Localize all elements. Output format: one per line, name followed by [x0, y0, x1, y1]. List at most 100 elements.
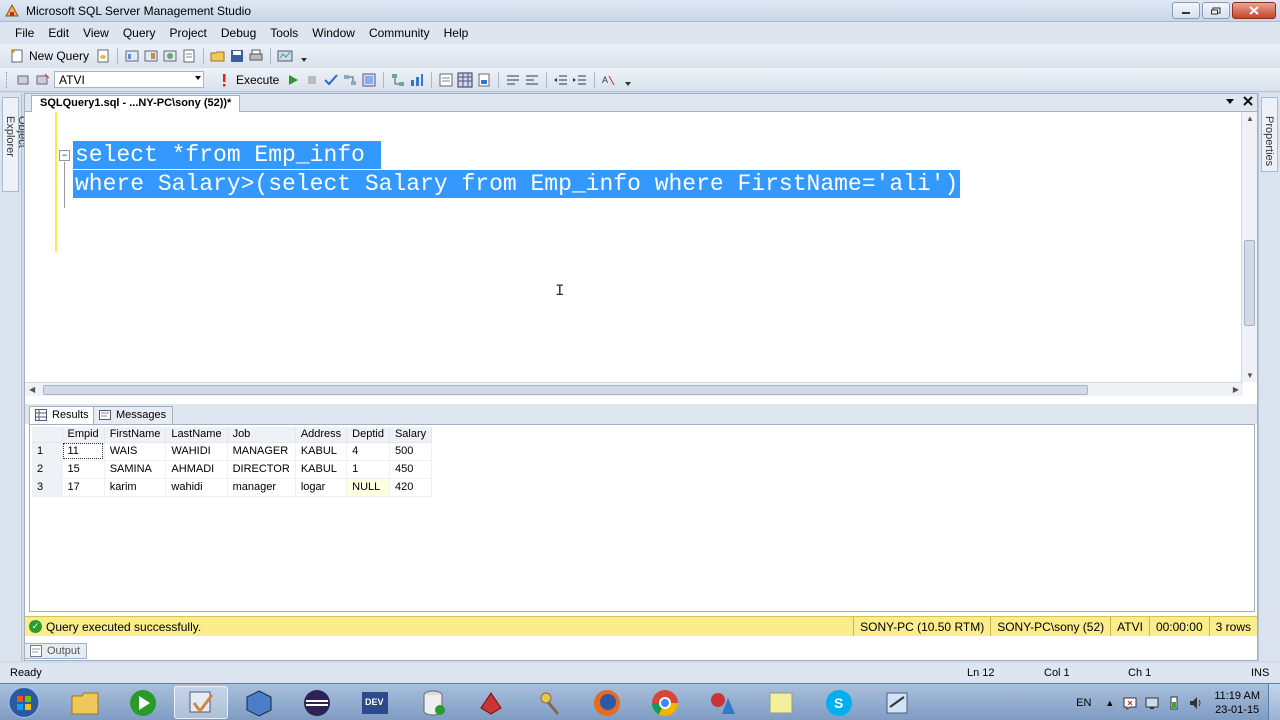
- parse-check-icon[interactable]: [323, 72, 339, 88]
- column-header[interactable]: Job: [227, 427, 296, 443]
- table-cell[interactable]: 17: [62, 478, 105, 497]
- column-header[interactable]: Deptid: [346, 427, 390, 443]
- cancel-query-icon[interactable]: [304, 72, 320, 88]
- column-header[interactable]: Empid: [62, 427, 105, 443]
- include-actual-plan-icon[interactable]: [390, 72, 406, 88]
- increase-indent-icon[interactable]: [572, 72, 588, 88]
- windows-start-icon[interactable]: [4, 686, 44, 719]
- toolbar-options-icon[interactable]: [620, 72, 636, 88]
- maximize-button[interactable]: [1202, 2, 1230, 19]
- database-select[interactable]: ATVI: [54, 71, 204, 88]
- language-indicator[interactable]: EN: [1076, 697, 1091, 709]
- document-tab[interactable]: SQLQuery1.sql - ...NY-PC\sony (52))*: [31, 95, 241, 112]
- table-cell[interactable]: DIRECTOR: [227, 460, 296, 479]
- taskbar-skype[interactable]: S: [812, 686, 866, 719]
- editor-vertical-scrollbar[interactable]: ▲ ▼: [1241, 112, 1257, 382]
- debug-play-icon[interactable]: [285, 72, 301, 88]
- menu-tools[interactable]: Tools: [263, 26, 305, 40]
- dmx-query-icon[interactable]: [162, 48, 178, 64]
- taskbar-ssms[interactable]: [174, 686, 228, 719]
- taskbar-eclipse[interactable]: [290, 686, 344, 719]
- scroll-right-icon[interactable]: ▶: [1233, 385, 1239, 394]
- show-desktop-button[interactable]: [1268, 684, 1280, 720]
- connect-icon[interactable]: [16, 72, 32, 88]
- taskbar-virtualbox[interactable]: [232, 686, 286, 719]
- table-cell[interactable]: KABUL: [295, 442, 348, 461]
- properties-tab[interactable]: Properties: [1261, 97, 1278, 172]
- taskbar-notepad[interactable]: [870, 686, 924, 719]
- output-tab[interactable]: Output: [24, 643, 88, 659]
- table-cell[interactable]: 11: [62, 442, 105, 461]
- uncomment-lines-icon[interactable]: [524, 72, 540, 88]
- taskbar-firefox[interactable]: [580, 686, 634, 719]
- print-icon[interactable]: [248, 48, 264, 64]
- table-cell[interactable]: SAMINA: [104, 460, 167, 479]
- toolbar-grip[interactable]: [6, 71, 9, 88]
- menu-query[interactable]: Query: [116, 26, 163, 40]
- show-hidden-icons-icon[interactable]: ▲: [1105, 698, 1114, 708]
- collapse-toggle[interactable]: −: [59, 150, 70, 161]
- scroll-down-icon[interactable]: ▼: [1246, 371, 1254, 380]
- menu-window[interactable]: Window: [305, 26, 362, 40]
- table-cell[interactable]: logar: [295, 478, 348, 497]
- query-designer-icon[interactable]: [361, 72, 377, 88]
- corner-cell[interactable]: [32, 427, 63, 443]
- analysis-query-icon[interactable]: [124, 48, 140, 64]
- table-cell[interactable]: 420: [389, 478, 433, 497]
- menu-file[interactable]: File: [8, 26, 41, 40]
- sql-editor[interactable]: − select *from Emp_info where Salary>(se…: [25, 112, 1243, 382]
- tab-results[interactable]: Results: [29, 406, 96, 424]
- open-file-icon[interactable]: [210, 48, 226, 64]
- minimize-button[interactable]: [1172, 2, 1200, 19]
- taskbar-chrome[interactable]: [638, 686, 692, 719]
- scroll-up-icon[interactable]: ▲: [1246, 114, 1254, 123]
- scroll-left-icon[interactable]: ◀: [29, 385, 35, 394]
- taskbar-devcpp[interactable]: DEV: [348, 686, 402, 719]
- xmla-query-icon[interactable]: [181, 48, 197, 64]
- row-number[interactable]: 2: [32, 460, 63, 479]
- taskbar-tool-1[interactable]: [464, 686, 518, 719]
- save-icon[interactable]: [229, 48, 245, 64]
- activity-monitor-icon[interactable]: [277, 48, 293, 64]
- column-header[interactable]: LastName: [165, 427, 228, 443]
- column-header[interactable]: Salary: [389, 427, 433, 443]
- table-cell[interactable]: manager: [227, 478, 296, 497]
- taskbar-tool-3[interactable]: [696, 686, 750, 719]
- change-connection-icon[interactable]: [35, 72, 51, 88]
- table-cell[interactable]: 4: [346, 442, 390, 461]
- taskbar-media-player[interactable]: [116, 686, 170, 719]
- table-cell[interactable]: karim: [104, 478, 167, 497]
- database-engine-query-icon[interactable]: [95, 48, 111, 64]
- taskbar-database-app[interactable]: [406, 686, 460, 719]
- menu-debug[interactable]: Debug: [214, 26, 263, 40]
- close-tab-icon[interactable]: [1243, 96, 1253, 106]
- close-button[interactable]: [1232, 2, 1276, 19]
- taskbar-tool-2[interactable]: [522, 686, 576, 719]
- toolbar-options-icon[interactable]: [296, 48, 312, 64]
- execute-button[interactable]: Execute: [213, 72, 282, 88]
- table-cell-null[interactable]: NULL: [346, 478, 390, 497]
- menu-community[interactable]: Community: [362, 26, 437, 40]
- menu-view[interactable]: View: [76, 26, 116, 40]
- results-grid[interactable]: Empid FirstName LastName Job Address Dep…: [29, 424, 1255, 612]
- scroll-thumb[interactable]: [1244, 240, 1255, 326]
- network-icon[interactable]: [1144, 695, 1160, 711]
- table-cell[interactable]: 450: [389, 460, 433, 479]
- volume-icon[interactable]: [1188, 695, 1204, 711]
- specify-template-values-icon[interactable]: A: [601, 72, 617, 88]
- mdx-query-icon[interactable]: [143, 48, 159, 64]
- decrease-indent-icon[interactable]: [553, 72, 569, 88]
- table-cell[interactable]: 500: [389, 442, 433, 461]
- table-cell[interactable]: AHMADI: [165, 460, 228, 479]
- client-statistics-icon[interactable]: [409, 72, 425, 88]
- editor-horizontal-scrollbar[interactable]: ◀ ▶: [25, 382, 1243, 396]
- column-header[interactable]: Address: [295, 427, 348, 443]
- clock[interactable]: 11:19 AM 23-01-15: [1206, 689, 1268, 717]
- new-query-button[interactable]: New Query: [6, 48, 92, 64]
- table-cell[interactable]: MANAGER: [227, 442, 296, 461]
- row-number[interactable]: 3: [32, 478, 63, 497]
- menu-help[interactable]: Help: [437, 26, 476, 40]
- table-cell[interactable]: WAIS: [104, 442, 167, 461]
- menu-project[interactable]: Project: [163, 26, 214, 40]
- comment-lines-icon[interactable]: [505, 72, 521, 88]
